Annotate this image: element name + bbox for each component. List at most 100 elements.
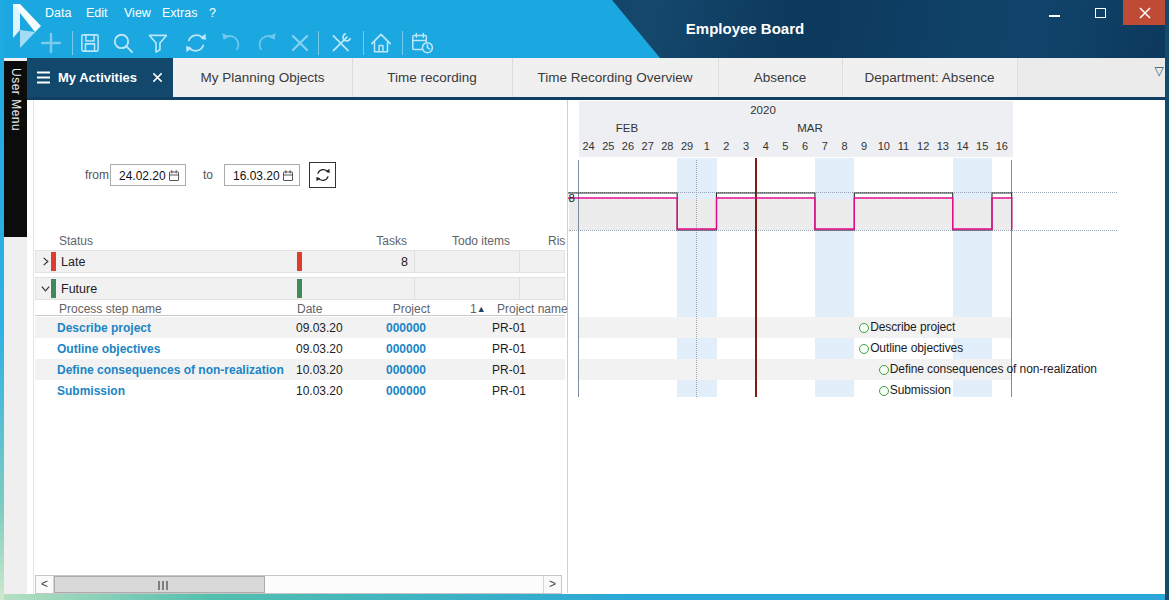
project-name-cell: PR-01 [492,321,526,335]
capacity-workload-chart [560,157,1140,257]
user-menu-label: User Menu [9,61,23,131]
gantt-day-label: 6 [795,140,815,153]
cell-border [414,278,415,299]
delete-icon[interactable] [287,30,313,56]
status-color-bar [51,252,56,271]
milestone-label: Outline objectives [870,341,963,356]
menu-help[interactable]: ? [209,6,216,20]
add-icon[interactable] [38,30,64,56]
apply-date-range-button[interactable] [309,162,336,188]
column-date[interactable]: Date [297,302,322,316]
gantt-day-label: 27 [638,140,658,153]
window-border-right [1165,0,1169,600]
project-name-cell: PR-01 [492,384,526,398]
table-row[interactable]: Outline objectives09.03.20000000PR-01 [35,338,565,359]
menu-extras[interactable]: Extras [162,6,197,20]
to-date-value: 16.03.20 [233,169,280,183]
scrollbar-thumb[interactable] [54,576,265,593]
column-process-step-name[interactable]: Process step name [59,302,162,316]
hamburger-icon[interactable] [36,71,51,84]
collapse-icon[interactable] [40,283,51,294]
process-step-link[interactable]: Describe project [57,321,151,335]
filter-icon[interactable] [145,30,171,56]
project-link[interactable]: 000000 [350,384,426,398]
horizontal-scrollbar[interactable]: < > [35,575,562,594]
table-row[interactable]: Define consequences of non-realization10… [35,359,565,380]
tab-time-recording-overview[interactable]: Time Recording Overview [512,58,718,97]
project-link[interactable]: 000000 [350,363,426,377]
table-row[interactable]: Submission10.03.20000000PR-01 [35,380,565,401]
gantt-day-label: 28 [658,140,678,153]
tab-close-icon[interactable] [152,72,163,83]
tools-icon[interactable] [328,30,354,56]
column-todo-items[interactable]: Todo items [430,234,510,248]
search-icon[interactable] [110,30,136,56]
table-row[interactable]: Describe project09.03.20000000PR-01 [35,317,565,338]
column-project[interactable]: Project [350,302,430,316]
home-icon[interactable] [368,30,394,56]
tab-absence[interactable]: Absence [718,58,842,97]
calendar-icon[interactable] [168,169,180,182]
close-icon [1139,7,1151,19]
milestone-icon[interactable] [879,386,889,396]
project-link[interactable]: 000000 [350,342,426,356]
to-label: to [203,168,213,182]
tab-time-recording[interactable]: Time recording [352,58,512,97]
redo-icon[interactable] [254,30,280,56]
milestone-icon[interactable] [859,323,869,333]
process-step-link[interactable]: Submission [57,384,125,398]
sort-indicator[interactable]: 1▲ [470,302,486,316]
milestone-label: Define consequences of non-realization [890,362,1097,377]
tab-my-planning-objects[interactable]: My Planning Objects [173,58,352,97]
project-name-cell: PR-01 [492,342,526,356]
menu-edit[interactable]: Edit [86,6,108,20]
expand-icon[interactable] [40,256,51,267]
column-tasks[interactable]: Tasks [330,234,407,248]
column-status[interactable]: Status [59,234,93,248]
toolbar-separator [318,31,319,55]
calendar-icon[interactable] [282,169,294,182]
toolbar-separator [72,31,73,55]
process-step-link[interactable]: Define consequences of non-realization [57,363,284,377]
minimize-button[interactable] [1031,0,1077,25]
gantt-day-label: 1 [697,140,717,153]
gantt-day-label: 4 [756,140,776,153]
gantt-day-label: 8 [835,140,855,153]
column-project-name[interactable]: Project name [497,302,568,316]
process-step-link[interactable]: Outline objectives [57,342,160,356]
cell-border [414,251,415,272]
gantt-day-label: 3 [736,140,756,153]
gantt-year-label: 2020 [740,104,786,116]
project-name-cell: PR-01 [492,363,526,377]
close-button[interactable] [1123,0,1166,25]
planning-calendar-icon[interactable] [409,30,435,56]
group-row-late[interactable]: Late 8 [35,250,565,273]
titlebar: Data Edit View Extras ? Employee Board [0,0,1169,58]
tab-department-absence[interactable]: Department: Absence [842,58,1017,97]
group-label: Late [61,255,85,269]
milestone-icon[interactable] [859,344,869,354]
scroll-right-button[interactable]: > [543,576,561,593]
scroll-left-button[interactable]: < [36,576,54,593]
milestone-label: Describe project [870,320,955,335]
milestone-label: Submission [890,383,951,398]
maximize-icon [1095,8,1106,18]
capacity-axis-label: 8 [559,192,575,204]
refresh-icon[interactable] [183,30,209,56]
gantt-day-label: 25 [598,140,618,153]
user-menu-tab[interactable]: User Menu [4,61,27,237]
undo-icon[interactable] [218,30,244,56]
window-border-bottom [4,594,1165,600]
maximize-button[interactable] [1077,0,1123,25]
group-row-future[interactable]: Future [35,277,565,300]
save-icon[interactable] [77,30,103,56]
milestone-icon[interactable] [879,365,889,375]
project-link[interactable]: 000000 [350,321,426,335]
to-date-input[interactable]: 16.03.20 [224,164,300,186]
menu-view[interactable]: View [124,6,151,20]
from-date-input[interactable]: 24.02.20 [110,164,186,186]
left-panel-border [33,100,34,594]
gantt-month-mar: MAR [783,122,837,134]
menu-data[interactable]: Data [45,6,71,20]
gantt-day-label: 10 [874,140,894,153]
